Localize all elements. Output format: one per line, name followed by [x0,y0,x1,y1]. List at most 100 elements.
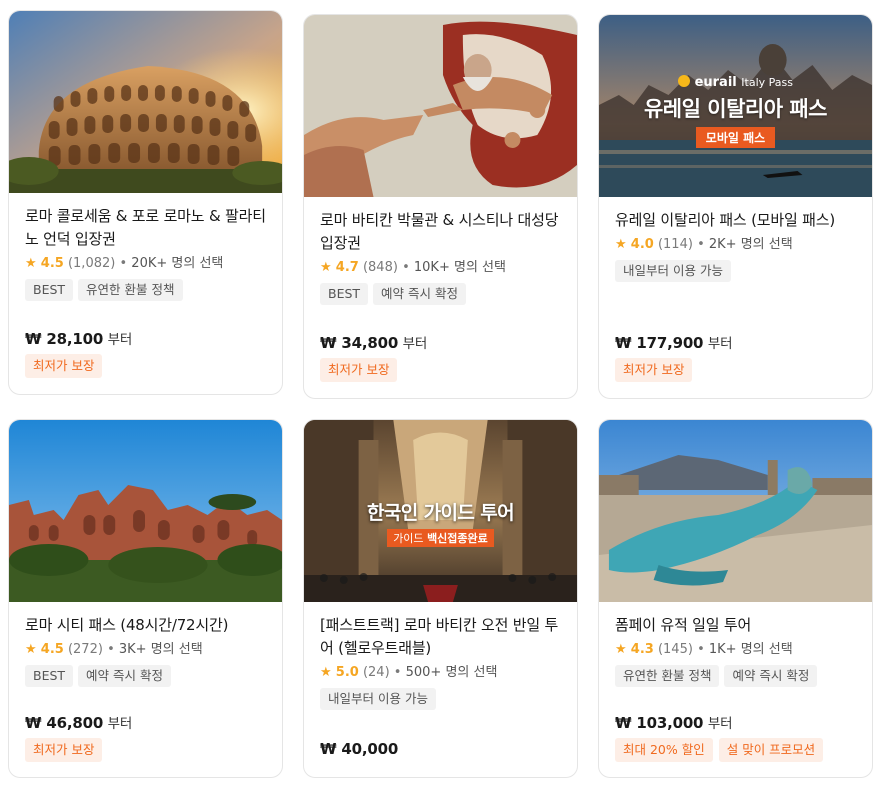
price-area: ₩ 46,800 부터 최저가 보장 [25,712,132,762]
price-suffix: 부터 [707,336,733,352]
tag-badge: 예약 즉시 확정 [724,665,818,687]
rating-row: ★ 4.7 (848) • 10K+ 명의 선택 [320,259,561,277]
price-amount: ₩ 46,800 [25,714,104,732]
product-title[interactable]: 폼페이 유적 일일 투어 [615,614,856,637]
tag-badge: BEST [320,283,369,305]
price-area: ₩ 28,100 부터 최저가 보장 [25,328,132,378]
selection-count: 10K+ 명의 선택 [413,260,506,275]
promo-list: 최저가 보장 [25,738,132,762]
promo-badge: 설 맞이 프로모션 [718,738,824,762]
separator-dot: • [697,237,705,252]
price: ₩ 40,000 [320,740,398,758]
image-badge: 모바일 패스 [695,127,776,148]
star-icon: ★ [320,665,332,680]
rating-score: 5.0 [335,665,359,680]
price-area: ₩ 177,900 부터 최저가 보장 [615,332,733,382]
promo-badge: 최대 20% 할인 [615,738,713,762]
promo-badge: 최저가 보장 [25,354,103,378]
tag-badge: 내일부터 이용 가능 [320,688,436,710]
star-icon: ★ [615,642,627,657]
selection-count: 3K+ 명의 선택 [118,642,203,657]
price-suffix: 부터 [107,716,133,732]
separator-dot: • [393,665,402,680]
brand-name: eurail [694,75,737,90]
review-count: (24) [362,665,390,680]
tag-list: 내일부터 이용 가능 [320,688,561,710]
price-amount: ₩ 177,900 [615,334,704,352]
selection-count: 20K+ 명의 선택 [131,256,224,271]
rating-row: ★ 4.5 (272) • 3K+ 명의 선택 [25,641,266,659]
product-card-vatican[interactable]: 로마 바티칸 박물관 & 시스티나 대성당 입장권 ★ 4.7 (848) • … [303,14,578,399]
promo-list: 최대 20% 할인 설 맞이 프로모션 [615,738,824,762]
separator-dot: • [402,260,410,275]
review-count: (114) [657,237,693,252]
promo-badge: 최저가 보장 [25,738,103,762]
star-icon: ★ [615,237,627,252]
product-title[interactable]: 로마 콜로세움 & 포로 로마노 & 팔라티노 언덕 입장권 [25,205,266,251]
star-icon: ★ [25,256,37,271]
promo-list: 최저가 보장 [615,358,732,382]
review-count: (848) [362,260,398,275]
promo-list: 최저가 보장 [320,358,427,382]
image-overlay-text: 한국인 가이드 투어 가이드 백신접종완료 [304,498,577,547]
selection-count: 1K+ 명의 선택 [708,642,793,657]
image-badge-label: 가이드 [393,532,424,545]
product-card-eurail[interactable]: eurail Italy Pass 유레일 이탈리아 패스 모바일 패스 유레일… [598,14,873,399]
product-card-colosseum[interactable]: 로마 콜로세움 & 포로 로마노 & 팔라티노 언덕 입장권 ★ 4.5 (1,… [8,10,283,395]
rating-row: ★ 5.0 (24) • 500+ 명의 선택 [320,664,561,682]
price-suffix: 부터 [107,332,133,348]
image-headline: 한국인 가이드 투어 [366,502,515,524]
colosseum-image [9,11,282,193]
separator-dot: • [107,642,115,657]
price-area: ₩ 34,800 부터 최저가 보장 [320,332,427,382]
price: ₩ 177,900 부터 [615,332,733,352]
price: ₩ 103,000 부터 [615,712,823,732]
image-headline: 유레일 이탈리아 패스 [643,97,828,121]
product-title[interactable]: 로마 바티칸 박물관 & 시스티나 대성당 입장권 [320,209,561,255]
tag-badge: 예약 즉시 확정 [78,665,171,687]
eurail-logo: eurail Italy Pass [599,75,872,91]
product-card-pompeii[interactable]: 폼페이 유적 일일 투어 ★ 4.3 (145) • 1K+ 명의 선택 유연한… [598,419,873,778]
image-badge: 가이드 백신접종완료 [387,529,494,547]
tag-badge: 내일부터 이용 가능 [615,260,731,282]
promo-badge: 최저가 보장 [320,358,398,382]
tag-list: BEST 예약 즉시 확정 [25,665,266,687]
review-count: (1,082) [67,256,116,271]
price-area: ₩ 40,000 [320,740,398,758]
price: ₩ 34,800 부터 [320,332,427,352]
rating-score: 4.5 [40,256,64,271]
product-title[interactable]: [패스트트랙] 로마 바티칸 오전 반일 투어 (헬로우트래블) [320,614,561,660]
tag-list: BEST 유연한 환불 정책 [25,279,266,301]
roman-ruins-image [9,420,282,602]
price-area: ₩ 103,000 부터 최대 20% 할인 설 맞이 프로모션 [615,712,824,762]
tag-badge: 유연한 환불 정책 [78,279,183,301]
rating-score: 4.3 [630,642,654,657]
rating-row: ★ 4.5 (1,082) • 20K+ 명의 선택 [25,255,266,273]
tag-badge: 유연한 환불 정책 [615,665,720,687]
promo-list: 최저가 보장 [25,354,132,378]
price-suffix: 부터 [707,716,733,732]
tag-list: 내일부터 이용 가능 [615,260,856,282]
image-overlay-text: eurail Italy Pass 유레일 이탈리아 패스 모바일 패스 [599,75,872,148]
rating-score: 4.5 [40,642,64,657]
sistine-chapel-image [304,15,577,197]
price: ₩ 46,800 부터 [25,712,132,732]
tag-badge: BEST [25,665,74,687]
product-title[interactable]: 로마 시티 패스 (48시간/72시간) [25,614,266,637]
tag-badge: BEST [25,279,74,301]
selection-count: 500+ 명의 선택 [405,665,498,680]
separator-dot: • [119,256,128,271]
rating-score: 4.7 [335,260,359,275]
separator-dot: • [697,642,705,657]
price: ₩ 28,100 부터 [25,328,132,348]
product-card-vatican-fasttrack[interactable]: 한국인 가이드 투어 가이드 백신접종완료 [패스트트랙] 로마 바티칸 오전 … [303,419,578,778]
product-card-rome-city-pass[interactable]: 로마 시티 패스 (48시간/72시간) ★ 4.5 (272) • 3K+ 명… [8,419,283,778]
star-icon: ★ [25,642,37,657]
product-title[interactable]: 유레일 이탈리아 패스 (모바일 패스) [615,209,856,232]
rating-row: ★ 4.0 (114) • 2K+ 명의 선택 [615,236,856,254]
price-amount: ₩ 103,000 [615,714,704,732]
price-amount: ₩ 28,100 [25,330,104,348]
eurail-logo-icon [678,75,691,87]
rating-row: ★ 4.3 (145) • 1K+ 명의 선택 [615,641,856,659]
review-count: (145) [657,642,693,657]
